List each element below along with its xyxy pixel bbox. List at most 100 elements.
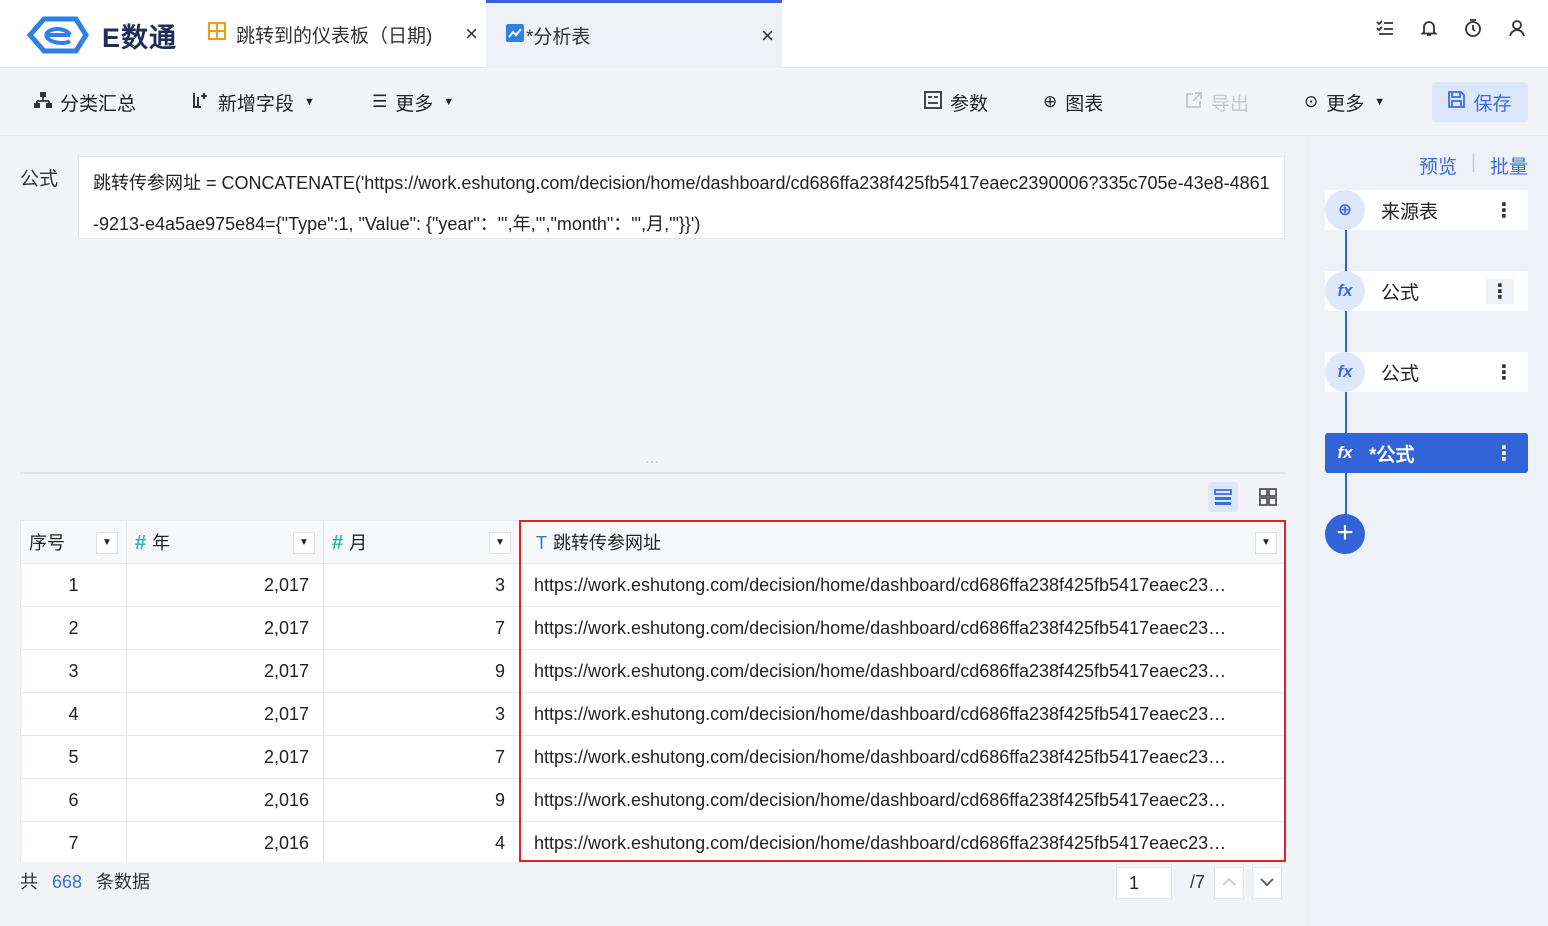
row-index-cell[interactable]: 2 bbox=[20, 606, 127, 650]
params-button[interactable]: 参数 bbox=[924, 88, 988, 116]
more-vertical-icon[interactable]: ⋮ bbox=[1494, 360, 1514, 385]
add-step-button[interactable]: + bbox=[1325, 514, 1365, 554]
list-view-toggle[interactable] bbox=[1208, 482, 1238, 512]
table-row[interactable]: 7 2,016 4 https://work.eshutong.com/decisio… bbox=[20, 821, 1285, 862]
year-cell[interactable]: 2,017 bbox=[126, 735, 324, 779]
column-header-url[interactable]: T 跳转传参网址 ▼ bbox=[519, 520, 1285, 564]
row-index-cell[interactable]: 5 bbox=[20, 735, 127, 779]
main-panel: 公式 跳转传参网址 = CONCATENATE('https://work.es… bbox=[0, 136, 1305, 926]
table-row[interactable]: 3 2,017 9 https://work.eshutong.com/decisio… bbox=[20, 649, 1285, 693]
chart-button[interactable]: ⊕ 图表 bbox=[1043, 88, 1103, 116]
task-list-icon[interactable] bbox=[1374, 18, 1396, 44]
tab-dashboard[interactable]: 跳转到的仪表板（日期) × bbox=[196, 0, 486, 68]
table-row[interactable]: 1 2,017 3 https://work.eshutong.com/decisio… bbox=[20, 563, 1285, 607]
caret-down-icon: ▼ bbox=[1374, 96, 1386, 108]
year-cell[interactable]: 2,017 bbox=[126, 649, 324, 693]
more-right-label: 更多 bbox=[1326, 93, 1365, 115]
more-vertical-icon[interactable]: ⋮ bbox=[1494, 198, 1514, 223]
table-row[interactable]: 4 2,017 3 https://work.eshutong.com/decisio… bbox=[20, 692, 1285, 736]
formula-editor[interactable]: 跳转传参网址 = CONCATENATE('https://work.eshut… bbox=[78, 156, 1285, 239]
column-header-year[interactable]: # 年 ▼ bbox=[126, 520, 324, 564]
preview-link[interactable]: 预览 bbox=[1419, 152, 1457, 179]
tab-analysis[interactable]: *分析表 × bbox=[486, 0, 782, 68]
count-value: 668 bbox=[52, 872, 83, 892]
row-index-cell[interactable]: 4 bbox=[20, 692, 127, 736]
month-cell[interactable]: 3 bbox=[323, 692, 520, 736]
timer-icon[interactable] bbox=[1462, 18, 1484, 44]
row-index-cell[interactable]: 3 bbox=[20, 649, 127, 693]
column-header-month[interactable]: # 月 ▼ bbox=[323, 520, 520, 564]
row-index-cell[interactable]: 7 bbox=[20, 821, 127, 862]
column-dropdown-icon[interactable]: ▼ bbox=[96, 532, 118, 554]
column-header-index[interactable]: 序号 ▼ bbox=[20, 520, 127, 564]
side-links: 预览 | 批量 bbox=[1419, 152, 1528, 179]
year-cell[interactable]: 2,017 bbox=[126, 692, 324, 736]
column-dropdown-icon[interactable]: ▼ bbox=[1255, 532, 1277, 554]
month-cell[interactable]: 9 bbox=[323, 778, 520, 822]
grid-view-toggle[interactable] bbox=[1253, 482, 1283, 512]
fx-icon: fx bbox=[1325, 352, 1365, 392]
month-cell[interactable]: 9 bbox=[323, 649, 520, 693]
group-summary-button[interactable]: 分类汇总 bbox=[34, 88, 136, 116]
save-button[interactable]: 保存 bbox=[1432, 82, 1528, 122]
url-cell[interactable]: https://work.eshutong.com/decision/home/… bbox=[519, 606, 1285, 650]
bell-icon[interactable] bbox=[1418, 18, 1440, 44]
url-cell[interactable]: https://work.eshutong.com/decision/home/… bbox=[519, 778, 1285, 822]
more-vertical-icon[interactable]: ⋮ bbox=[1494, 441, 1514, 466]
url-cell[interactable]: https://work.eshutong.com/decision/home/… bbox=[519, 735, 1285, 779]
step-formula-3-active[interactable]: fx *公式 ⋮ bbox=[1325, 433, 1528, 473]
column-dropdown-icon[interactable]: ▼ bbox=[489, 532, 511, 554]
row-index-cell[interactable]: 1 bbox=[20, 563, 127, 607]
column-label: 序号 bbox=[29, 533, 65, 553]
year-cell[interactable]: 2,017 bbox=[126, 606, 324, 650]
add-field-button[interactable]: 新增字段 ▼ bbox=[192, 88, 315, 116]
next-page-button[interactable] bbox=[1252, 867, 1282, 899]
url-cell[interactable]: https://work.eshutong.com/decision/home/… bbox=[519, 821, 1285, 862]
hierarchy-icon bbox=[34, 91, 52, 113]
step-formula-1[interactable]: fx 公式 ⋮ bbox=[1325, 271, 1528, 311]
step-label: *公式 bbox=[1369, 444, 1415, 466]
table-row[interactable]: 5 2,017 7 https://work.eshutong.com/decisio… bbox=[20, 735, 1285, 779]
close-icon[interactable]: × bbox=[465, 21, 478, 47]
prev-page-button[interactable] bbox=[1214, 867, 1244, 899]
column-label: 年 bbox=[152, 533, 171, 553]
more-left-button[interactable]: ☰ 更多 ▼ bbox=[372, 88, 454, 116]
row-index-cell[interactable]: 6 bbox=[20, 778, 127, 822]
batch-link[interactable]: 批量 bbox=[1490, 152, 1528, 179]
table-row[interactable]: 2 2,017 7 https://work.eshutong.com/decisio… bbox=[20, 606, 1285, 650]
resize-handle[interactable]: ··· bbox=[645, 454, 660, 468]
page-input[interactable]: 1 bbox=[1116, 867, 1172, 899]
table-row[interactable]: 6 2,016 9 https://work.eshutong.com/decisio… bbox=[20, 778, 1285, 822]
month-cell[interactable]: 4 bbox=[323, 821, 520, 862]
more-vertical-icon[interactable]: ⋮ bbox=[1486, 278, 1514, 304]
step-formula-2[interactable]: fx 公式 ⋮ bbox=[1325, 352, 1528, 392]
export-button[interactable]: 导出 bbox=[1185, 88, 1249, 116]
year-cell[interactable]: 2,016 bbox=[126, 821, 324, 862]
toolbar: 分类汇总 新增字段 ▼ ☰ 更多 ▼ 参数 ⊕ 图表 导出 ⊙ 更多 ▼ 保存 bbox=[0, 68, 1548, 136]
year-cell[interactable]: 2,017 bbox=[126, 563, 324, 607]
chart-label: 图表 bbox=[1065, 93, 1104, 115]
year-cell[interactable]: 2,016 bbox=[126, 778, 324, 822]
link-separator: | bbox=[1471, 152, 1476, 173]
step-source-table[interactable]: ⊕ 来源表 ⋮ bbox=[1325, 190, 1528, 230]
month-cell[interactable]: 7 bbox=[323, 606, 520, 650]
data-table: 序号 ▼ # 年 ▼ # 月 ▼ T 跳转传参网址 ▼ 1 2,017 3 ht… bbox=[20, 520, 1285, 862]
dashboard-icon bbox=[208, 22, 226, 46]
url-cell[interactable]: https://work.eshutong.com/decision/home/… bbox=[519, 649, 1285, 693]
step-panel: 预览 | 批量 ⊕ 来源表 ⋮ fx 公式 ⋮ fx 公式 ⋮ fx *公式 ⋮… bbox=[1305, 136, 1548, 926]
add-field-icon bbox=[192, 91, 210, 114]
column-label: 跳转传参网址 bbox=[553, 533, 661, 553]
url-cell[interactable]: https://work.eshutong.com/decision/home/… bbox=[519, 563, 1285, 607]
table-header-row: 序号 ▼ # 年 ▼ # 月 ▼ T 跳转传参网址 ▼ bbox=[20, 520, 1285, 564]
app-logo[interactable]: E数通 bbox=[26, 14, 186, 56]
month-cell[interactable]: 3 bbox=[323, 563, 520, 607]
more-right-button[interactable]: ⊙ 更多 ▼ bbox=[1304, 88, 1385, 116]
url-cell[interactable]: https://work.eshutong.com/decision/home/… bbox=[519, 692, 1285, 736]
record-count: 共 668 条数据 bbox=[20, 868, 150, 894]
logo-icon bbox=[26, 16, 89, 54]
column-dropdown-icon[interactable]: ▼ bbox=[293, 532, 315, 554]
close-icon[interactable]: × bbox=[761, 23, 774, 49]
more-left-label: 更多 bbox=[395, 93, 434, 115]
month-cell[interactable]: 7 bbox=[323, 735, 520, 779]
user-icon[interactable] bbox=[1506, 18, 1528, 44]
